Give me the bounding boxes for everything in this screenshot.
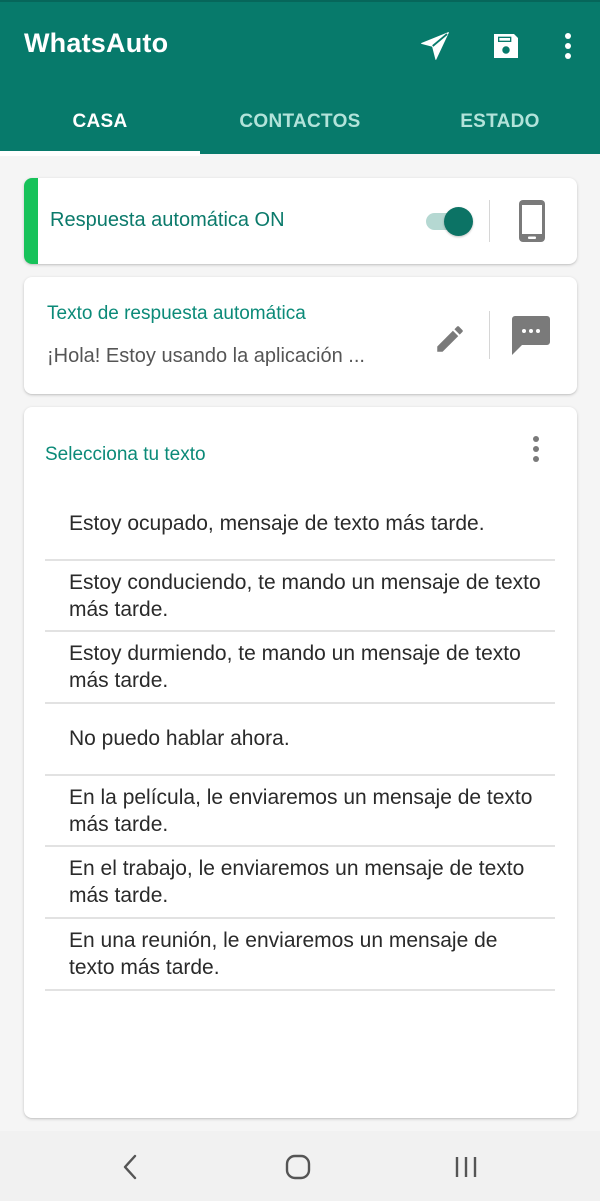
chat-bubble-icon [512, 316, 550, 355]
send-icon [421, 32, 449, 60]
save-button[interactable] [486, 26, 526, 66]
pencil-icon [437, 326, 463, 352]
reply-text-title: Texto de respuesta automática [47, 303, 306, 324]
divider [489, 311, 490, 359]
message-list: Estoy ocupado, mensaje de texto más tard… [45, 489, 555, 991]
select-text-menu-button[interactable] [520, 429, 552, 469]
reply-text-card[interactable]: Texto de respuesta automática ¡Hola! Est… [24, 277, 577, 394]
auto-reply-toggle[interactable] [426, 206, 476, 236]
back-icon [123, 1154, 137, 1180]
more-options-button[interactable] [548, 26, 588, 66]
home-icon [285, 1154, 311, 1180]
tab-bar: CASA CONTACTOS ESTADO [0, 94, 600, 156]
more-vert-icon [565, 33, 571, 59]
recents-icon [455, 1157, 477, 1177]
system-nav-bar [0, 1131, 600, 1201]
tab-casa[interactable]: CASA [0, 94, 200, 156]
more-vert-icon [533, 436, 539, 462]
app-title: WhatsAuto [24, 28, 169, 58]
message-item[interactable]: Estoy durmiendo, te mando un mensaje de … [45, 632, 555, 705]
message-item[interactable]: En una reunión, le enviaremos un mensaje… [45, 919, 555, 991]
home-button[interactable] [273, 1147, 323, 1187]
reply-text-value: ¡Hola! Estoy usando la aplicación ... [47, 345, 365, 367]
auto-reply-card: Respuesta automática ON [24, 178, 577, 264]
edit-reply-button[interactable] [428, 317, 472, 361]
message-item[interactable]: Estoy conduciendo, te mando un mensaje d… [45, 561, 555, 633]
save-icon [494, 34, 518, 58]
select-text-title: Selecciona tu texto [45, 444, 206, 465]
message-item[interactable]: En el trabajo, le enviaremos un mensaje … [45, 847, 555, 920]
recents-button[interactable] [441, 1147, 491, 1187]
message-item[interactable]: Estoy ocupado, mensaje de texto más tard… [45, 489, 555, 561]
status-accent-bar [24, 178, 38, 264]
toggle-thumb [444, 207, 473, 236]
auto-reply-label: Respuesta automática ON [50, 209, 285, 231]
divider [489, 200, 490, 242]
select-text-card: Selecciona tu texto Estoy ocupado, mensa… [24, 407, 577, 1118]
tab-contactos[interactable]: CONTACTOS [200, 94, 400, 156]
message-button[interactable] [508, 311, 554, 359]
message-item[interactable]: En la película, le enviaremos un mensaje… [45, 776, 555, 848]
app-bar: WhatsAuto CASA CONTACTOS ESTADO [0, 0, 600, 156]
message-item[interactable]: No puedo hablar ahora. [45, 704, 555, 776]
tab-estado[interactable]: ESTADO [400, 94, 600, 156]
phone-icon [519, 200, 545, 242]
device-button[interactable] [514, 198, 550, 244]
back-button[interactable] [105, 1147, 155, 1187]
send-button[interactable] [415, 26, 455, 66]
